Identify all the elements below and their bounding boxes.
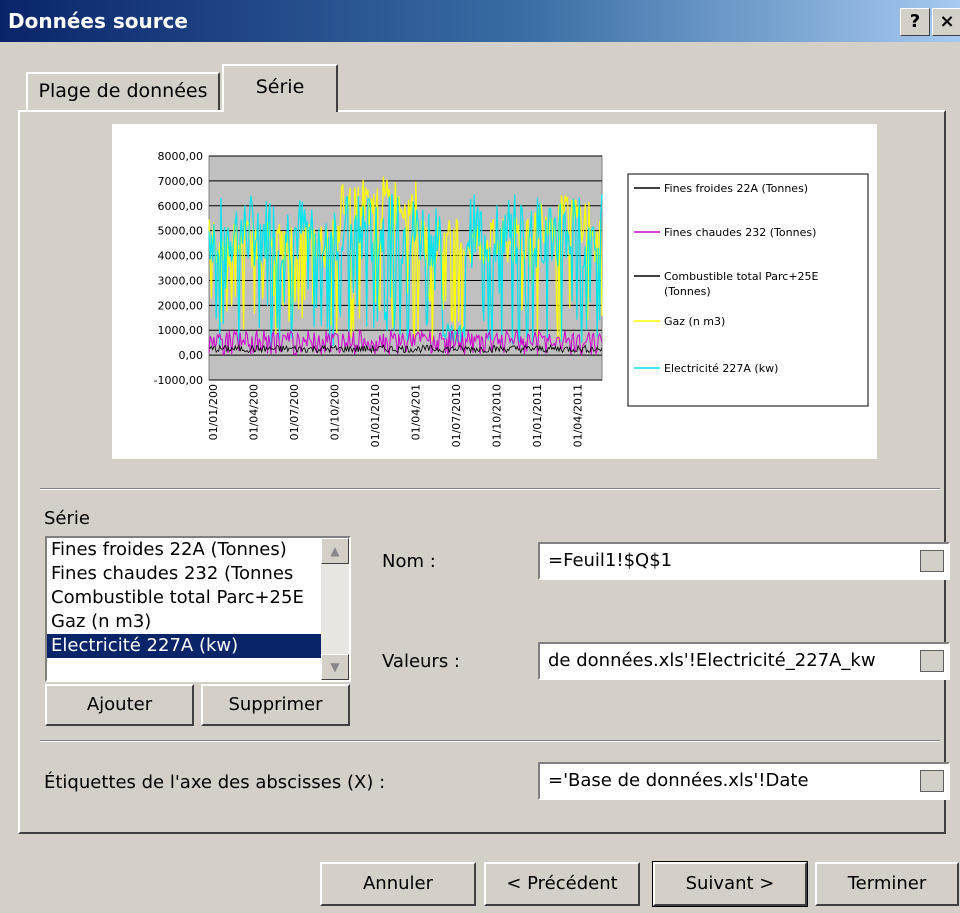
scroll-down-icon[interactable]: ▼ [321,654,349,680]
y-tick-label: 0,00 [179,349,204,362]
x-tick-label: 01/07/200 [288,384,301,440]
legend-label: Fines froides 22A (Tonnes) [664,182,808,195]
x-tick-label: 01/07/2010 [450,384,463,447]
y-tick-label: 3000,00 [158,274,204,287]
list-item[interactable]: Fines froides 22A (Tonnes) [47,538,321,562]
y-tick-label: 4000,00 [158,250,204,263]
y-tick-label: 8000,00 [158,150,204,163]
axis-labels-value: ='Base de données.xls'!Date [548,770,809,791]
x-tick-label: 01/10/200 [329,384,342,440]
y-tick-label: -1000,00 [154,374,203,387]
list-item[interactable]: Combustible total Parc+25E [47,586,321,610]
help-button[interactable]: ? [900,8,930,36]
nom-value: =Feuil1!$Q$1 [548,550,673,571]
range-picker-icon[interactable] [920,650,944,672]
listbox-scrollbar[interactable]: ▲ ▼ [321,538,349,680]
legend-label: Electricité 227A (kw) [664,362,778,375]
y-tick-label: 1000,00 [158,324,204,337]
valeurs-label: Valeurs : [382,651,460,672]
y-tick-label: 2000,00 [158,299,204,312]
tab-plage-de-donnees[interactable]: Plage de données [26,72,220,112]
y-tick-label: 5000,00 [158,225,204,238]
range-picker-icon[interactable] [920,770,944,792]
axis-labels-label: Étiquettes de l'axe des abscisses (X) : [44,772,386,793]
add-series-button[interactable]: Ajouter [45,684,194,726]
x-tick-label: 01/04/201 [410,384,423,440]
close-button[interactable]: × [932,8,960,36]
legend-label: Fines chaudes 232 (Tonnes) [664,226,816,239]
x-tick-label: 01/01/200 [207,384,220,440]
nom-label: Nom : [382,551,436,572]
scroll-up-icon[interactable]: ▲ [321,538,349,564]
remove-series-button[interactable]: Supprimer [201,684,350,726]
x-tick-label: 01/01/2011 [531,384,544,447]
finish-button[interactable]: Terminer [815,862,959,906]
nom-field[interactable]: =Feuil1!$Q$1 [538,542,950,580]
list-item[interactable]: Fines chaudes 232 (Tonnes [47,562,321,586]
x-tick-label: 01/04/200 [248,384,261,440]
window-title: Données source [8,9,188,33]
chart-preview: 8000,00 7000,00 6000,00 5000,00 4000,00 3000,… [112,124,877,459]
previous-button[interactable]: < Précédent [484,862,640,906]
separator [40,740,940,742]
y-tick-label: 6000,00 [158,200,204,213]
legend-label: Gaz (n m3) [664,315,725,328]
title-bar: Données source ? × [0,0,960,42]
list-item[interactable]: Electricité 227A (kw) [47,634,321,658]
x-tick-label: 01/10/2010 [491,384,504,447]
x-tick-label: 01/01/2010 [369,384,382,447]
serie-label: Série [44,508,90,529]
separator [40,488,940,490]
cancel-button[interactable]: Annuler [320,862,476,906]
valeurs-field[interactable]: de données.xls'!Electricité_227A_kw [538,642,950,680]
valeurs-value: de données.xls'!Electricité_227A_kw [548,650,876,671]
series-listbox[interactable]: Fines froides 22A (Tonnes) Fines chaudes … [45,536,351,682]
next-button[interactable]: Suivant > [652,861,808,907]
chart: 8000,00 7000,00 6000,00 5000,00 4000,00 3000,… [154,150,869,447]
range-picker-icon[interactable] [920,550,944,572]
list-item[interactable]: Gaz (n m3) [47,610,321,634]
y-tick-label: 7000,00 [158,175,204,188]
tab-serie[interactable]: Série [222,64,338,112]
x-tick-label: 01/04/2011 [572,384,585,447]
axis-labels-field[interactable]: ='Base de données.xls'!Date [538,762,950,800]
